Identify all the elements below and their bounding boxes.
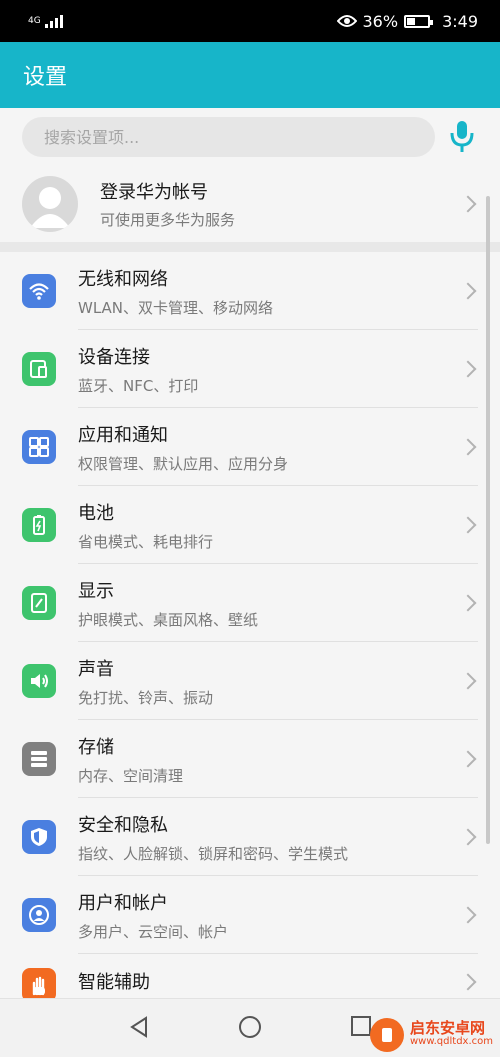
settings-item-subtitle: 免打扰、铃声、振动 — [78, 688, 214, 707]
avatar-placeholder-icon — [30, 187, 70, 228]
storage-icon — [22, 742, 56, 776]
settings-item-battery[interactable]: 电池 省电模式、耗电排行 — [0, 486, 500, 564]
settings-item-subtitle: 省电模式、耗电排行 — [78, 532, 214, 551]
status-bar: 4G 36% 3:49 — [0, 0, 500, 42]
settings-item-title: 安全和隐私 — [78, 814, 168, 836]
settings-item-sound[interactable]: 声音 免打扰、铃声、振动 — [0, 642, 500, 720]
settings-item-device-connection[interactable]: 设备连接 蓝牙、NFC、打印 — [0, 330, 500, 408]
scrollbar[interactable] — [486, 196, 490, 844]
settings-list: 无线和网络 WLAN、双卡管理、移动网络 设备连接 蓝牙、NFC、打印 应用和通… — [0, 252, 500, 1010]
apps-grid-icon — [22, 430, 56, 464]
watermark-url: www.qdltdx.com — [410, 1036, 493, 1047]
watermark: 启东安卓网 www.qdltdx.com — [370, 1016, 498, 1054]
settings-item-subtitle: 权限管理、默认应用、应用分身 — [78, 454, 289, 473]
wifi-icon — [22, 274, 56, 308]
sound-icon — [22, 664, 56, 698]
signal-icon — [44, 14, 63, 28]
hand-icon — [22, 968, 56, 1002]
eye-icon — [336, 15, 357, 27]
settings-item-users-accounts[interactable]: 用户和帐户 多用户、云空间、帐户 — [0, 876, 500, 954]
settings-item-subtitle: 蓝牙、NFC、打印 — [78, 376, 199, 395]
settings-item-title: 存储 — [78, 736, 114, 758]
search-input[interactable] — [22, 117, 435, 157]
settings-item-subtitle: 护眼模式、桌面风格、壁纸 — [78, 610, 259, 629]
account-subtitle: 可使用更多华为服务 — [100, 211, 236, 229]
section-divider — [0, 242, 500, 252]
back-icon[interactable] — [128, 1015, 150, 1039]
settings-item-title: 用户和帐户 — [78, 892, 168, 914]
recents-icon[interactable] — [350, 1015, 372, 1037]
settings-item-subtitle: 内存、空间清理 — [78, 766, 184, 785]
battery-icon — [404, 14, 434, 28]
device-connect-icon — [22, 352, 56, 386]
battery-percent: 36% — [362, 11, 399, 31]
settings-item-title: 电池 — [78, 502, 114, 524]
settings-item-title: 应用和通知 — [78, 424, 168, 446]
page-title: 设置 — [23, 65, 68, 90]
settings-item-subtitle: WLAN、双卡管理、移动网络 — [78, 298, 274, 317]
settings-item-title: 无线和网络 — [78, 268, 168, 290]
network-type-label: 4G — [28, 16, 41, 26]
settings-item-title: 显示 — [78, 580, 114, 602]
account-title: 登录华为帐号 — [100, 182, 208, 203]
shield-icon — [22, 820, 56, 854]
chevron-right-icon — [459, 195, 477, 213]
microphone-icon[interactable] — [449, 119, 475, 155]
settings-item-storage[interactable]: 存储 内存、空间清理 — [0, 720, 500, 798]
settings-item-wireless-network[interactable]: 无线和网络 WLAN、双卡管理、移动网络 — [0, 252, 500, 330]
battery-charge-icon — [22, 508, 56, 542]
clock: 3:49 — [442, 11, 478, 31]
user-icon — [22, 898, 56, 932]
watermark-title: 启东安卓网 — [410, 1019, 486, 1037]
search-row — [0, 108, 500, 166]
settings-item-display[interactable]: 显示 护眼模式、桌面风格、壁纸 — [0, 564, 500, 642]
settings-item-subtitle: 多用户、云空间、帐户 — [78, 922, 229, 941]
signal-indicator: 4G — [28, 14, 63, 28]
account-login-row[interactable]: 登录华为帐号 可使用更多华为服务 — [0, 166, 500, 242]
app-bar: 设置 — [0, 42, 500, 108]
settings-item-title: 智能辅助 — [78, 972, 150, 993]
settings-item-subtitle: 指纹、人脸解锁、锁屏和密码、学生模式 — [78, 844, 349, 863]
settings-item-title: 设备连接 — [78, 346, 150, 368]
home-icon[interactable] — [238, 1015, 262, 1039]
display-icon — [22, 586, 56, 620]
avatar — [22, 176, 78, 232]
settings-item-title: 声音 — [78, 658, 114, 680]
settings-item-apps-notifications[interactable]: 应用和通知 权限管理、默认应用、应用分身 — [0, 408, 500, 486]
watermark-logo — [370, 1018, 404, 1052]
settings-item-security-privacy[interactable]: 安全和隐私 指纹、人脸解锁、锁屏和密码、学生模式 — [0, 798, 500, 876]
